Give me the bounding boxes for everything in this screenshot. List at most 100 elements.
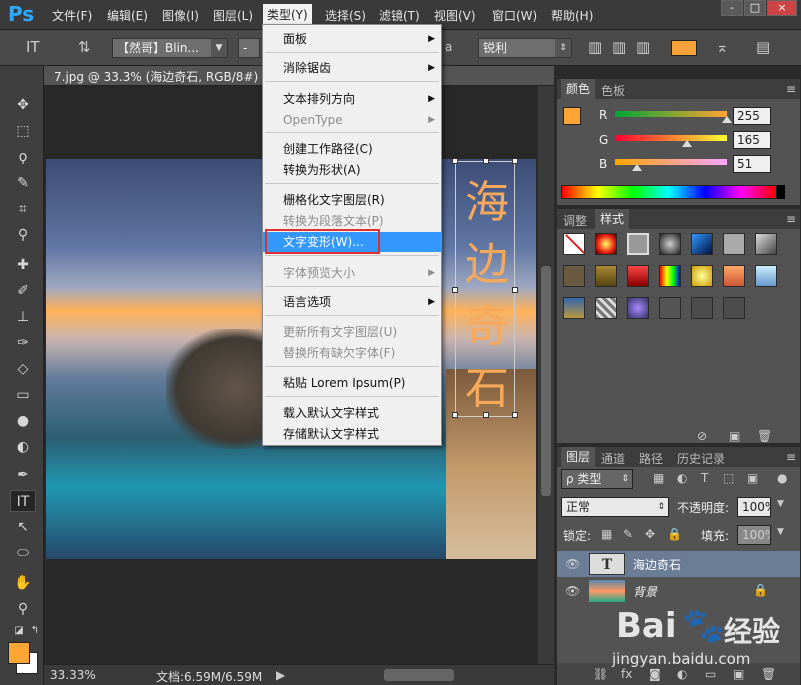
fill-input[interactable]: 100% — [737, 525, 771, 545]
tab-paths[interactable]: 路径 — [639, 450, 663, 467]
menu-image[interactable]: 图像(I) — [162, 7, 199, 24]
chevron-down-icon[interactable]: ▼ — [777, 499, 784, 509]
menu-item-anti-alias[interactable]: 消除锯齿 ▶ — [263, 58, 441, 78]
menu-layer[interactable]: 图层(L) — [213, 7, 253, 24]
style-swatch[interactable] — [627, 233, 649, 255]
eraser-tool-icon[interactable]: ◇ — [10, 358, 36, 380]
menu-item-font-preview-size[interactable]: 字体预览大小 ▶ — [263, 263, 441, 283]
style-swatch[interactable] — [659, 233, 681, 255]
black-swatch[interactable] — [777, 185, 785, 199]
menu-item-opentype[interactable]: OpenType ▶ — [263, 110, 441, 130]
red-slider[interactable] — [615, 111, 732, 123]
style-swatch[interactable] — [595, 233, 617, 255]
tab-styles[interactable]: 样式 — [595, 209, 630, 229]
crop-tool-icon[interactable]: ⌗ — [10, 198, 36, 220]
blend-mode-select[interactable]: 正常 ⇕ — [561, 497, 669, 517]
path-select-tool-icon[interactable]: ↖ — [10, 516, 36, 538]
marquee-tool-icon[interactable]: ⬚ — [10, 120, 36, 142]
style-swatch[interactable] — [595, 297, 617, 319]
clone-stamp-tool-icon[interactable]: ⊥ — [10, 306, 36, 328]
opacity-input[interactable]: 100% — [737, 497, 771, 517]
align-right-icon[interactable]: ▥ — [636, 38, 650, 56]
layer-name[interactable]: 背景 — [633, 583, 657, 600]
transform-handle[interactable] — [512, 287, 518, 293]
pen-tool-icon[interactable]: ✒ — [10, 464, 36, 486]
brush-tool-icon[interactable]: ✐ — [10, 280, 36, 302]
filter-pixel-icon[interactable]: ▦ — [653, 471, 664, 485]
style-swatch[interactable] — [755, 233, 777, 255]
tab-swatches[interactable]: 色板 — [601, 82, 625, 99]
align-left-icon[interactable]: ▥ — [588, 38, 602, 56]
filter-smart-object-icon[interactable]: ▣ — [747, 471, 758, 485]
layer-name[interactable]: 海边奇石 — [633, 556, 681, 573]
zoom-tool-icon[interactable]: ⚲ — [10, 598, 36, 620]
filter-shape-icon[interactable]: ⬚ — [723, 471, 734, 485]
maximize-button[interactable]: □ — [744, 0, 766, 16]
color-spectrum-ramp[interactable] — [561, 185, 777, 199]
transform-handle[interactable] — [452, 159, 458, 164]
style-none[interactable] — [563, 233, 585, 255]
blur-tool-icon[interactable]: ● — [10, 410, 36, 432]
style-swatch[interactable] — [723, 297, 745, 319]
visibility-eye-icon[interactable]: 👁 — [565, 557, 580, 571]
transform-handle[interactable] — [483, 159, 489, 164]
text-layer-bounding-box[interactable]: 海 边 奇 石 — [452, 159, 518, 418]
layer-row-text[interactable]: 👁 T 海边奇石 — [557, 551, 800, 577]
slider-marker[interactable] — [632, 164, 643, 171]
close-window-button[interactable]: × — [767, 0, 797, 16]
menu-item-update-all-text[interactable]: 更新所有文字图层(U) — [263, 322, 441, 342]
style-swatch[interactable] — [723, 265, 745, 287]
style-swatch[interactable] — [627, 297, 649, 319]
lasso-tool-icon[interactable]: ϙ — [10, 146, 36, 168]
blue-slider[interactable] — [615, 159, 727, 171]
menu-window[interactable]: 窗口(W) — [492, 7, 537, 24]
panel-menu-icon[interactable]: ≡ — [786, 450, 796, 464]
green-value-input[interactable]: 165 — [733, 131, 771, 149]
quick-select-tool-icon[interactable]: ✎ — [10, 172, 36, 194]
style-swatch[interactable] — [563, 265, 585, 287]
transform-handle[interactable] — [452, 412, 458, 418]
filter-type-icon[interactable]: T — [701, 471, 708, 485]
tab-history[interactable]: 历史记录 — [677, 450, 725, 467]
align-center-icon[interactable]: ▥ — [612, 38, 626, 56]
menu-filter[interactable]: 滤镜(T) — [379, 7, 420, 24]
vertical-scrollbar[interactable] — [538, 86, 554, 664]
panel-menu-icon[interactable]: ≡ — [786, 82, 796, 96]
type-tool-icon[interactable]: IT — [10, 490, 36, 512]
scrollbar-thumb[interactable] — [541, 266, 551, 496]
tab-layers[interactable]: 图层 — [561, 447, 596, 467]
horizontal-scrollbar-thumb[interactable] — [384, 669, 454, 681]
font-family-select[interactable]: 【然哥】Blin... ▼ — [112, 38, 228, 58]
menu-item-convert-to-shape[interactable]: 转换为形状(A) — [263, 160, 441, 180]
foreground-color-swatch[interactable] — [8, 642, 30, 664]
toggle-orientation-icon[interactable]: ⇅ — [78, 38, 91, 56]
status-menu-icon[interactable]: ▶ — [276, 668, 285, 682]
chevron-down-icon[interactable]: ▼ — [777, 527, 784, 537]
menu-item-panels[interactable]: 面板 ▶ — [263, 29, 441, 49]
slider-marker[interactable] — [682, 140, 693, 147]
dodge-tool-icon[interactable]: ◐ — [10, 436, 36, 458]
lock-image-icon[interactable]: ✎ — [623, 527, 633, 541]
menu-edit[interactable]: 编辑(E) — [107, 7, 148, 24]
style-swatch[interactable] — [627, 265, 649, 287]
move-tool-icon[interactable]: ✥ — [10, 94, 36, 116]
tab-channels[interactable]: 通道 — [601, 450, 625, 467]
lock-transparent-icon[interactable]: ▦ — [601, 527, 612, 541]
eyedropper-tool-icon[interactable]: ⚲ — [10, 224, 36, 246]
font-style-select[interactable]: - — [238, 38, 260, 58]
filter-adjustment-icon[interactable]: ◐ — [677, 471, 687, 485]
style-swatch[interactable] — [595, 265, 617, 287]
transform-handle[interactable] — [512, 412, 518, 418]
red-value-input[interactable]: 255 — [733, 107, 771, 125]
style-swatch[interactable] — [723, 233, 745, 255]
warp-text-icon[interactable]: ⌅ — [716, 38, 729, 56]
menu-item-replace-missing-fonts[interactable]: 替换所有缺欠字体(F) — [263, 343, 441, 363]
lock-position-icon[interactable]: ✥ — [645, 527, 655, 541]
minimize-button[interactable]: - — [721, 0, 743, 16]
menu-type[interactable]: 类型(Y) — [263, 4, 312, 26]
menu-item-save-default-styles[interactable]: 存储默认文字样式 — [263, 424, 441, 444]
menu-item-paste-lorem-ipsum[interactable]: 粘贴 Lorem Ipsum(P) — [263, 373, 441, 393]
style-swatch[interactable] — [691, 297, 713, 319]
style-swatch[interactable] — [563, 297, 585, 319]
transform-handle[interactable] — [452, 287, 458, 293]
